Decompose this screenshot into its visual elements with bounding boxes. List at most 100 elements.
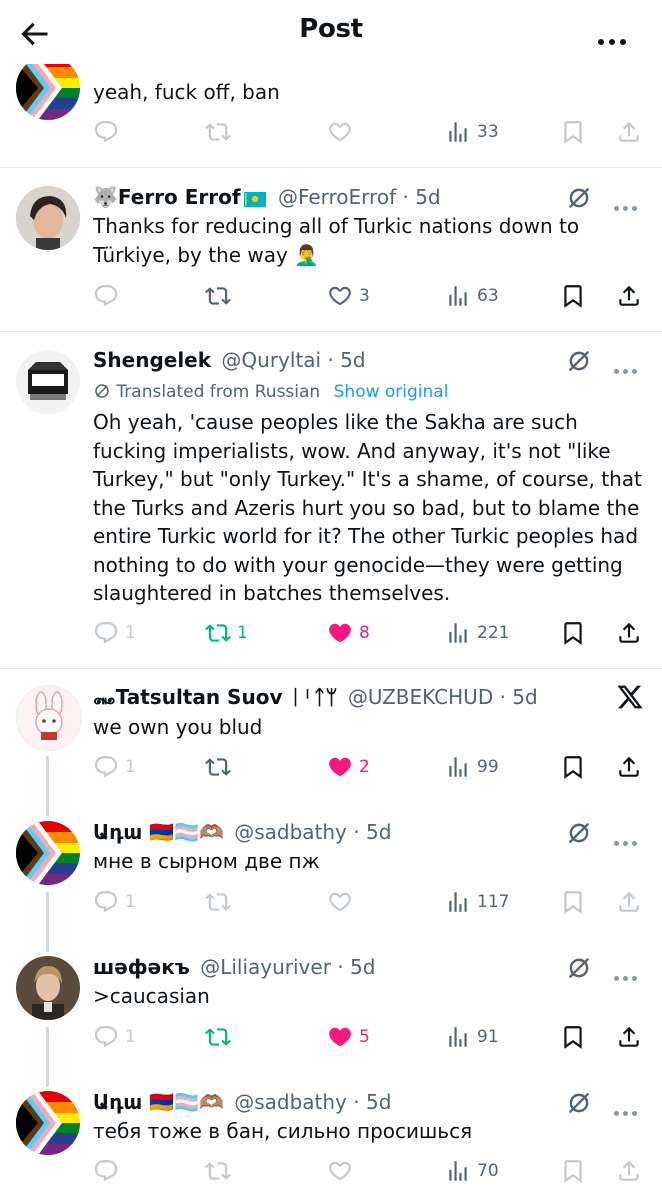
action-bar: 33 — [93, 117, 648, 147]
translate-icon — [95, 384, 109, 398]
reply-icon — [93, 1024, 119, 1050]
views-icon — [445, 283, 471, 309]
bookmark-button[interactable] — [560, 1022, 586, 1052]
avatar[interactable] — [16, 350, 80, 414]
share-button[interactable] — [616, 618, 642, 648]
timestamp[interactable]: · 5d — [327, 348, 365, 372]
retweet-count: 1 — [237, 623, 248, 643]
grok-icon[interactable] — [566, 348, 592, 374]
share-icon — [616, 889, 642, 915]
bookmark-button[interactable] — [560, 618, 586, 648]
reply-button[interactable]: 1 — [93, 752, 136, 782]
retweet-icon — [205, 1158, 231, 1184]
like-button[interactable]: 2 — [327, 752, 370, 782]
bookmark-button[interactable] — [560, 752, 586, 782]
share-button[interactable] — [616, 117, 642, 147]
translated-label: Translated from Russian — [116, 382, 321, 402]
grok-icon[interactable] — [566, 1090, 592, 1116]
more-icon[interactable] — [614, 359, 644, 374]
timestamp[interactable]: · 5d — [353, 1090, 391, 1114]
more-icon[interactable] — [614, 196, 644, 211]
reply-button[interactable]: 1 — [93, 887, 136, 917]
views-button[interactable]: 99 — [445, 752, 499, 782]
reply-button[interactable]: 1 — [93, 1022, 136, 1052]
like-button[interactable] — [327, 117, 353, 147]
retweet-button[interactable] — [205, 887, 231, 917]
bookmark-icon — [560, 1024, 586, 1050]
more-icon[interactable] — [598, 30, 634, 45]
like-count: 5 — [359, 1027, 370, 1047]
display-name[interactable]: ꘏Tatsultan Suov ᛁᛌᛏᛘ — [93, 685, 337, 709]
avatar[interactable] — [16, 821, 80, 885]
bookmark-button[interactable] — [560, 887, 586, 917]
views-button[interactable]: 117 — [445, 887, 509, 917]
display-name[interactable]: 🐺Ferro Errof — [93, 185, 241, 209]
handle[interactable]: @sadbathy — [234, 1090, 347, 1114]
retweet-button[interactable] — [205, 281, 231, 311]
timestamp[interactable]: · 5d — [500, 685, 538, 709]
retweet-icon — [205, 754, 231, 780]
reply-button[interactable]: 1 — [93, 618, 136, 648]
views-icon — [445, 754, 471, 780]
bookmark-button[interactable] — [560, 117, 586, 147]
retweet-button[interactable] — [205, 1156, 231, 1186]
views-button[interactable]: 91 — [445, 1022, 499, 1052]
action-bar: 1 2 99 — [93, 752, 648, 782]
share-button[interactable] — [616, 752, 642, 782]
like-count: 3 — [359, 286, 370, 306]
avatar[interactable] — [16, 685, 82, 751]
timestamp[interactable]: · 5d — [337, 955, 375, 979]
share-button[interactable] — [616, 281, 642, 311]
like-button[interactable]: 8 — [327, 618, 370, 648]
handle[interactable]: @Liliayuriver — [200, 955, 331, 979]
display-name[interactable]: Shengelek — [93, 348, 211, 372]
like-button[interactable] — [327, 1156, 353, 1186]
timestamp[interactable]: · 5d — [353, 820, 391, 844]
retweet-button[interactable] — [205, 1022, 231, 1052]
share-button[interactable] — [616, 887, 642, 917]
avatar[interactable] — [16, 1091, 80, 1155]
bookmark-button[interactable] — [560, 1156, 586, 1186]
like-button[interactable] — [327, 887, 353, 917]
reply-button[interactable] — [93, 281, 119, 311]
handle[interactable]: @UZBEKCHUD — [348, 685, 493, 709]
views-button[interactable]: 70 — [445, 1156, 499, 1186]
retweet-button[interactable] — [205, 752, 231, 782]
grok-icon[interactable] — [566, 955, 592, 981]
like-button[interactable]: 5 — [327, 1022, 370, 1052]
more-icon[interactable] — [614, 966, 644, 981]
divider — [0, 668, 662, 669]
display-name[interactable]: Ադա 🇦🇲🏳️‍⚧️🫶🏽 — [93, 1090, 224, 1114]
views-button[interactable]: 221 — [445, 618, 509, 648]
retweet-button[interactable] — [205, 117, 231, 147]
grok-icon[interactable] — [566, 185, 592, 211]
heart-icon — [327, 1024, 353, 1050]
x-logo-icon — [617, 685, 643, 709]
avatar[interactable] — [16, 56, 80, 120]
share-button[interactable] — [616, 1156, 642, 1186]
more-icon[interactable] — [614, 831, 644, 846]
display-name[interactable]: Ադա 🇦🇲🏳️‍⚧️🫶🏽 — [93, 820, 224, 844]
share-icon — [616, 283, 642, 309]
avatar[interactable] — [16, 186, 80, 250]
avatar[interactable] — [16, 956, 80, 1020]
views-count: 117 — [477, 892, 510, 912]
post-menu — [544, 1090, 644, 1116]
more-icon[interactable] — [614, 1101, 644, 1116]
grok-icon[interactable] — [566, 820, 592, 846]
timestamp[interactable]: · 5d — [402, 185, 440, 209]
display-name[interactable]: шәфәкъ — [93, 955, 190, 979]
retweet-button[interactable]: 1 — [205, 618, 248, 648]
like-button[interactable]: 3 — [327, 281, 370, 311]
show-original-link[interactable]: Show original — [334, 382, 449, 402]
handle[interactable]: @FerroErrof — [278, 185, 396, 209]
reply-button[interactable] — [93, 117, 119, 147]
handle[interactable]: @Quryltai — [221, 348, 321, 372]
handle[interactable]: @sadbathy — [234, 820, 347, 844]
reply-count: 1 — [125, 623, 136, 643]
share-button[interactable] — [616, 1022, 642, 1052]
views-button[interactable]: 63 — [445, 281, 499, 311]
reply-button[interactable] — [93, 1156, 119, 1186]
views-button[interactable]: 33 — [445, 117, 499, 147]
bookmark-button[interactable] — [560, 281, 586, 311]
